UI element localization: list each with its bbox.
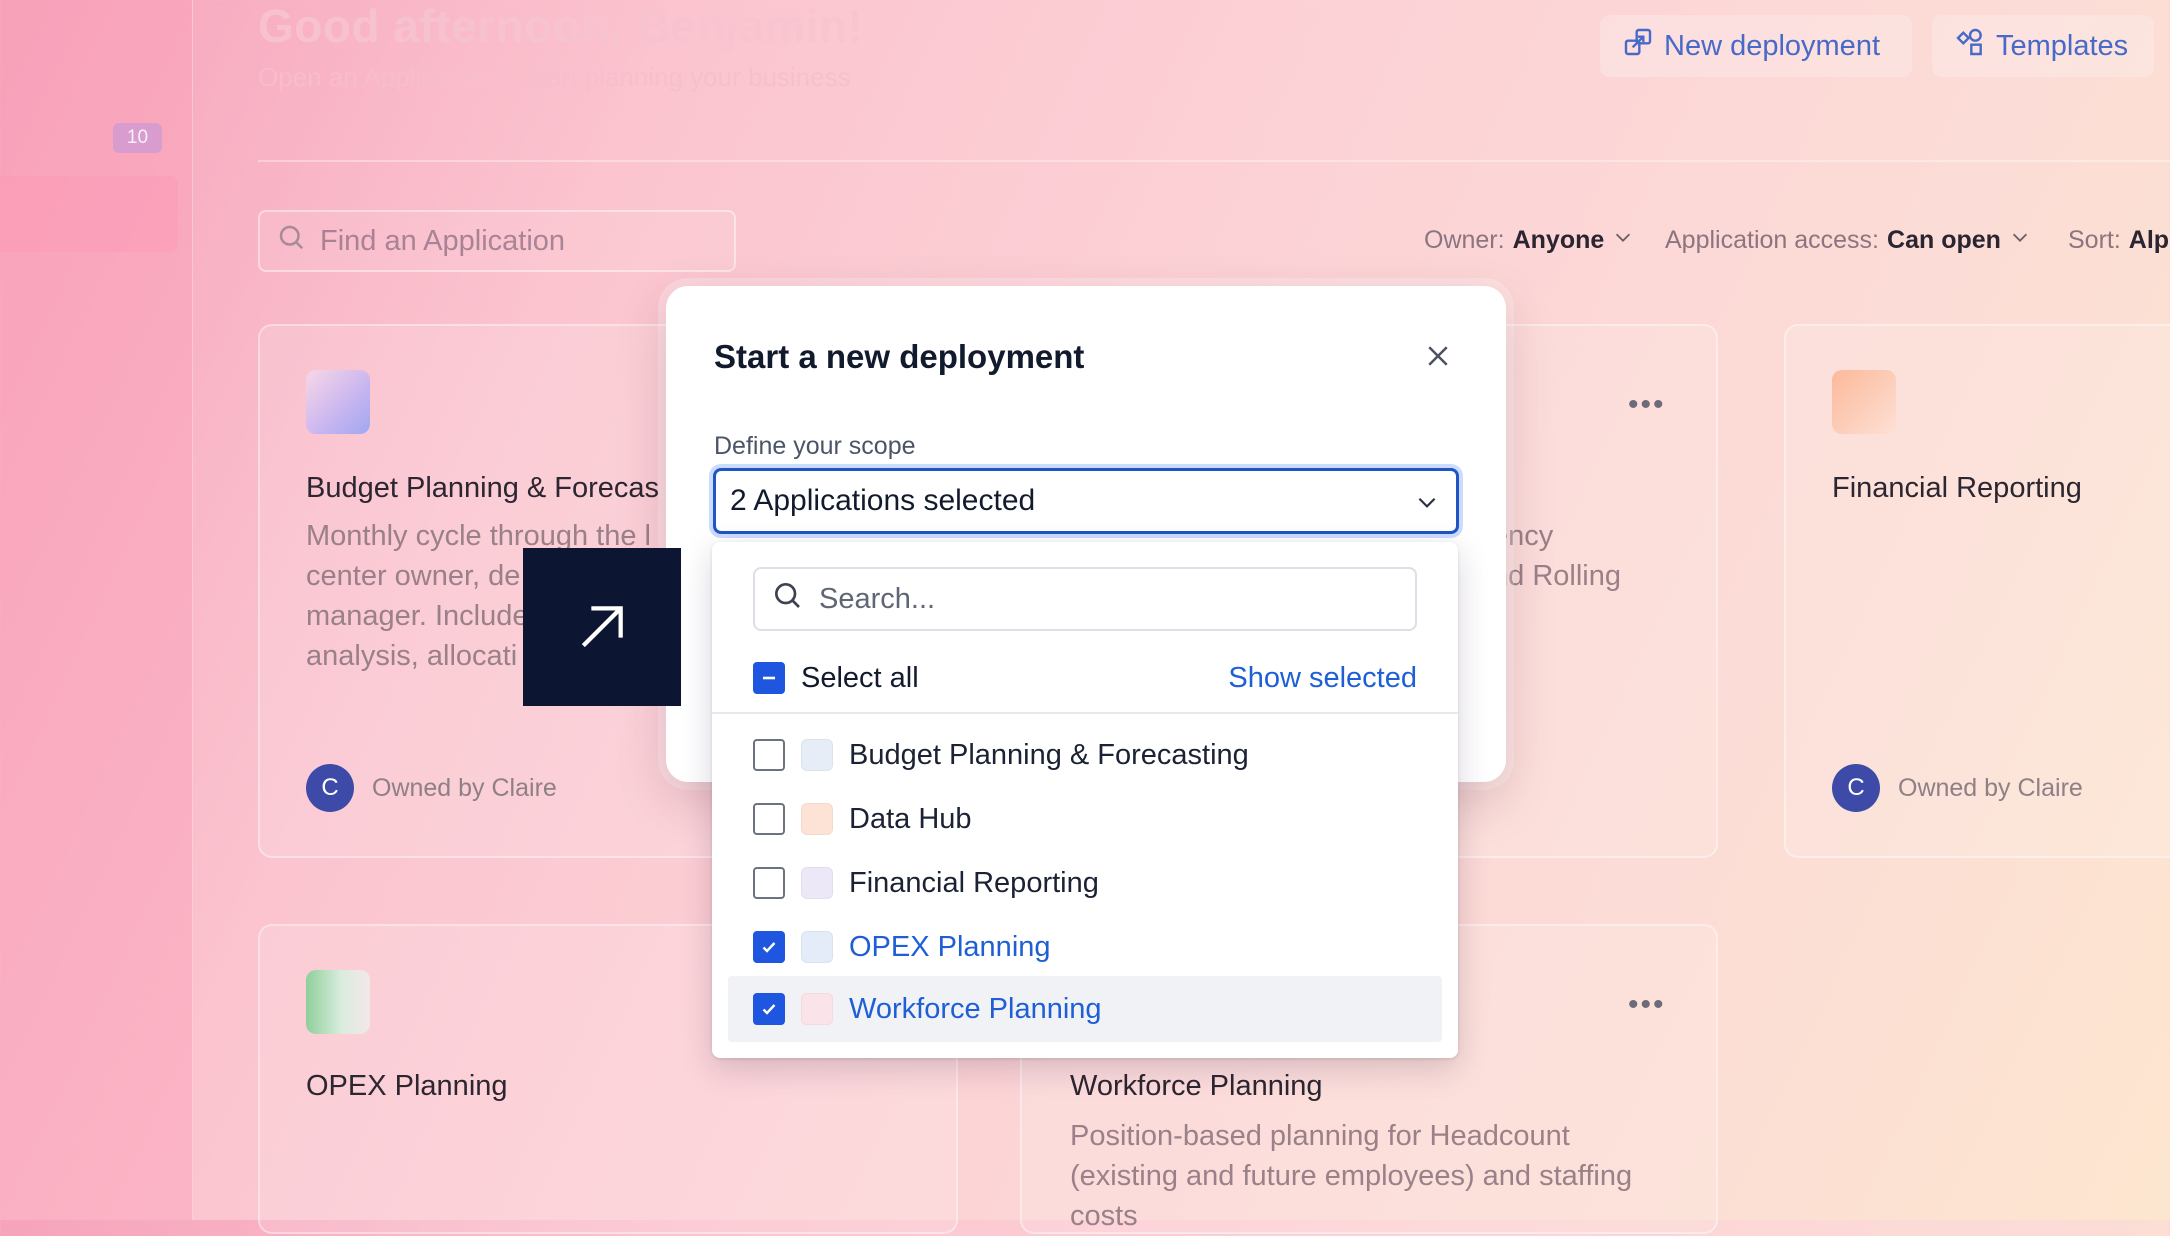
owner-label: Owned by Claire [372,773,557,802]
option-label: Workforce Planning [849,992,1102,1025]
option-checkbox[interactable] [753,867,785,899]
card-owner: C Owned by Claire [306,764,557,812]
scope-select-value: 2 Applications selected [730,484,1036,517]
app-icon [306,970,370,1034]
close-icon[interactable] [1418,336,1458,376]
modal-title: Start a new deployment [714,338,1085,375]
templates-label: Templates [1996,29,2129,62]
card-desc-line: (existing and future employees) and staf… [1070,1160,1633,1192]
app-icon [306,370,370,434]
option-label: Budget Planning & Forecasting [849,738,1249,771]
sidebar-count-badge: 10 [113,123,162,153]
owner-label: Owned by Claire [1898,773,2083,802]
scope-dropdown: Search... Select all Show selected Budge… [712,542,1458,1058]
new-deployment-button[interactable]: New deployment [1600,15,1912,77]
templates-button[interactable]: Templates [1932,15,2154,77]
option-label: Data Hub [849,802,972,835]
scope-label: Define your scope [714,432,916,460]
card-title: OPEX Planning [306,1070,508,1102]
sort-filter[interactable]: Sort: Alp [2068,226,2169,255]
card-desc-line: costs [1070,1200,1138,1232]
dropdown-search-input[interactable]: Search... [753,567,1417,631]
access-filter-value: Can open [1887,226,2001,254]
card-description: ency nd Rolling [1492,516,1621,596]
sort-filter-label: Sort: [2068,226,2121,254]
card-desc-line: nd Rolling [1492,560,1621,592]
owner-filter-label: Owner: [1424,226,1505,254]
option-financial-reporting[interactable]: Financial Reporting [728,852,1442,914]
option-checkbox[interactable] [753,803,785,835]
owner-filter-value: Anyone [1512,226,1605,254]
application-search-placeholder: Find an Application [320,224,566,257]
app-icon [801,739,833,771]
select-all-label: Select all [801,661,919,694]
access-filter-label: Application access: [1665,226,1880,254]
option-checkbox[interactable] [753,931,785,963]
chevron-down-icon [1414,489,1440,523]
option-label: Financial Reporting [849,866,1099,899]
deployment-icon [1622,26,1654,66]
option-checkbox[interactable] [753,993,785,1025]
show-selected-link[interactable]: Show selected [1228,662,1417,695]
dropdown-divider [712,712,1458,714]
sort-filter-value: Alp [2128,226,2170,254]
owner-filter[interactable]: Owner: Anyone [1424,226,1634,255]
application-search-input[interactable]: Find an Application [258,210,736,272]
select-all-checkbox[interactable] [753,662,785,694]
card-title: Budget Planning & Forecas [306,472,660,504]
avatar: C [1832,764,1880,812]
arrow-up-right-icon [523,548,681,706]
option-opex-planning[interactable]: OPEX Planning [728,916,1442,978]
chevron-down-icon [2009,226,2031,255]
app-icon [1832,370,1896,434]
sidebar-active-item[interactable] [0,176,178,252]
chevron-down-icon [1612,226,1634,255]
page-subtitle: Open an Application to start planning yo… [258,62,851,92]
templates-icon [1954,26,1986,66]
option-checkbox[interactable] [753,739,785,771]
card-desc-line: Position-based planning for Headcount [1070,1120,1570,1152]
sidebar: 10 [0,0,193,1220]
app-icon [801,867,833,899]
card-title: Financial Reporting [1832,472,2082,504]
header-divider [258,160,2170,162]
app-card-financial-reporting[interactable]: Financial Reporting C Owned by Claire [1784,324,2170,858]
option-data-hub[interactable]: Data Hub [728,788,1442,850]
app-icon [801,931,833,963]
more-options-icon[interactable]: ••• [1628,388,1666,422]
search-icon [771,579,803,619]
option-workforce-planning[interactable]: Workforce Planning [728,976,1442,1042]
dropdown-search-placeholder: Search... [819,582,936,615]
more-options-icon[interactable]: ••• [1628,988,1666,1022]
scope-select[interactable]: 2 Applications selected [713,468,1459,534]
access-filter[interactable]: Application access: Can open [1665,226,2031,255]
search-icon [276,222,306,260]
option-budget-planning[interactable]: Budget Planning & Forecasting [728,724,1442,786]
select-all-row[interactable]: Select all Show selected [753,650,1417,706]
avatar: C [306,764,354,812]
card-desc-line: ency [1492,520,1554,552]
card-owner: C Owned by Claire [1832,764,2083,812]
app-icon [801,993,833,1025]
page-greeting: Good afternoon, Benjamin! [258,0,864,52]
card-description: Position-based planning for Headcount (e… [1070,1116,1632,1236]
card-title: Workforce Planning [1070,1070,1323,1102]
option-label: OPEX Planning [849,930,1051,963]
new-deployment-label: New deployment [1664,29,1880,62]
app-icon [801,803,833,835]
